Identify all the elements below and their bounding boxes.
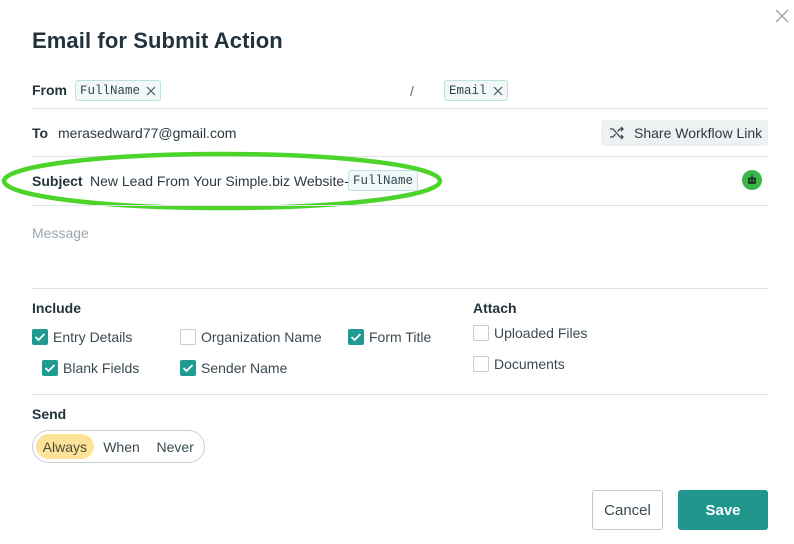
- send-segmented-control: Always When Never: [32, 430, 205, 463]
- attach-documents-label: Documents: [494, 356, 565, 372]
- checkbox-checked-icon: [42, 360, 58, 376]
- send-option-when[interactable]: When: [94, 434, 150, 459]
- divider: [32, 108, 768, 109]
- divider: [32, 288, 768, 289]
- dialog-title: Email for Submit Action: [32, 28, 283, 53]
- attach-documents-checkbox[interactable]: Documents: [473, 356, 565, 372]
- from-name-tag[interactable]: FullName: [75, 80, 162, 101]
- subject-tag-label: FullName: [353, 173, 414, 188]
- subject-input-text[interactable]: New Lead From Your Simple.biz Website-: [90, 173, 349, 189]
- include-entry-details-label: Entry Details: [53, 329, 133, 345]
- share-workflow-link-button[interactable]: Share Workflow Link: [601, 120, 768, 146]
- to-label: To: [32, 125, 49, 141]
- send-option-always[interactable]: Always: [36, 434, 94, 459]
- from-label: From: [32, 82, 67, 98]
- to-email-value[interactable]: merasedward77@gmail.com: [58, 125, 236, 141]
- checkbox-unchecked-icon: [473, 356, 489, 372]
- include-entry-details-checkbox[interactable]: Entry Details: [32, 329, 132, 345]
- attach-label: Attach: [473, 300, 517, 316]
- include-organization-name-checkbox[interactable]: Organization Name: [180, 329, 322, 345]
- divider: [32, 205, 768, 206]
- include-blank-fields-checkbox[interactable]: Blank Fields: [42, 360, 139, 376]
- checkbox-checked-icon: [348, 329, 364, 345]
- close-icon: [775, 9, 789, 23]
- divider: [32, 156, 768, 157]
- attach-uploaded-files-label: Uploaded Files: [494, 325, 588, 341]
- send-label: Send: [32, 406, 67, 422]
- cancel-button[interactable]: Cancel: [592, 490, 663, 530]
- subject-label: Subject: [32, 173, 83, 189]
- attach-uploaded-files-checkbox[interactable]: Uploaded Files: [473, 325, 587, 341]
- remove-tag-icon[interactable]: [493, 86, 503, 96]
- include-label: Include: [32, 300, 82, 316]
- include-form-title-label: Form Title: [369, 329, 432, 345]
- from-email-tag-label: Email: [449, 83, 487, 98]
- message-placeholder: Message: [32, 225, 89, 241]
- remove-tag-icon[interactable]: [146, 86, 156, 96]
- include-form-title-checkbox[interactable]: Form Title: [348, 329, 431, 345]
- include-sender-name-label: Sender Name: [201, 360, 288, 376]
- message-input[interactable]: Message: [32, 225, 768, 275]
- checkbox-unchecked-icon: [473, 325, 489, 341]
- robot-icon[interactable]: [742, 170, 762, 190]
- include-organization-name-label: Organization Name: [201, 329, 322, 345]
- checkbox-checked-icon: [180, 360, 196, 376]
- divider: [32, 394, 768, 395]
- shuffle-icon: [610, 126, 624, 140]
- from-name-tag-label: FullName: [80, 83, 141, 98]
- checkbox-unchecked-icon: [180, 329, 196, 345]
- include-blank-fields-label: Blank Fields: [63, 360, 140, 376]
- send-option-never[interactable]: Never: [149, 434, 201, 459]
- subject-fullname-tag[interactable]: FullName: [348, 170, 419, 191]
- close-button[interactable]: [772, 6, 792, 26]
- checkbox-checked-icon: [32, 329, 48, 345]
- save-button[interactable]: Save: [678, 490, 768, 530]
- include-sender-name-checkbox[interactable]: Sender Name: [180, 360, 287, 376]
- from-email-tag[interactable]: Email: [444, 80, 508, 101]
- from-separator: /: [410, 83, 414, 99]
- share-workflow-link-label: Share Workflow Link: [634, 125, 763, 141]
